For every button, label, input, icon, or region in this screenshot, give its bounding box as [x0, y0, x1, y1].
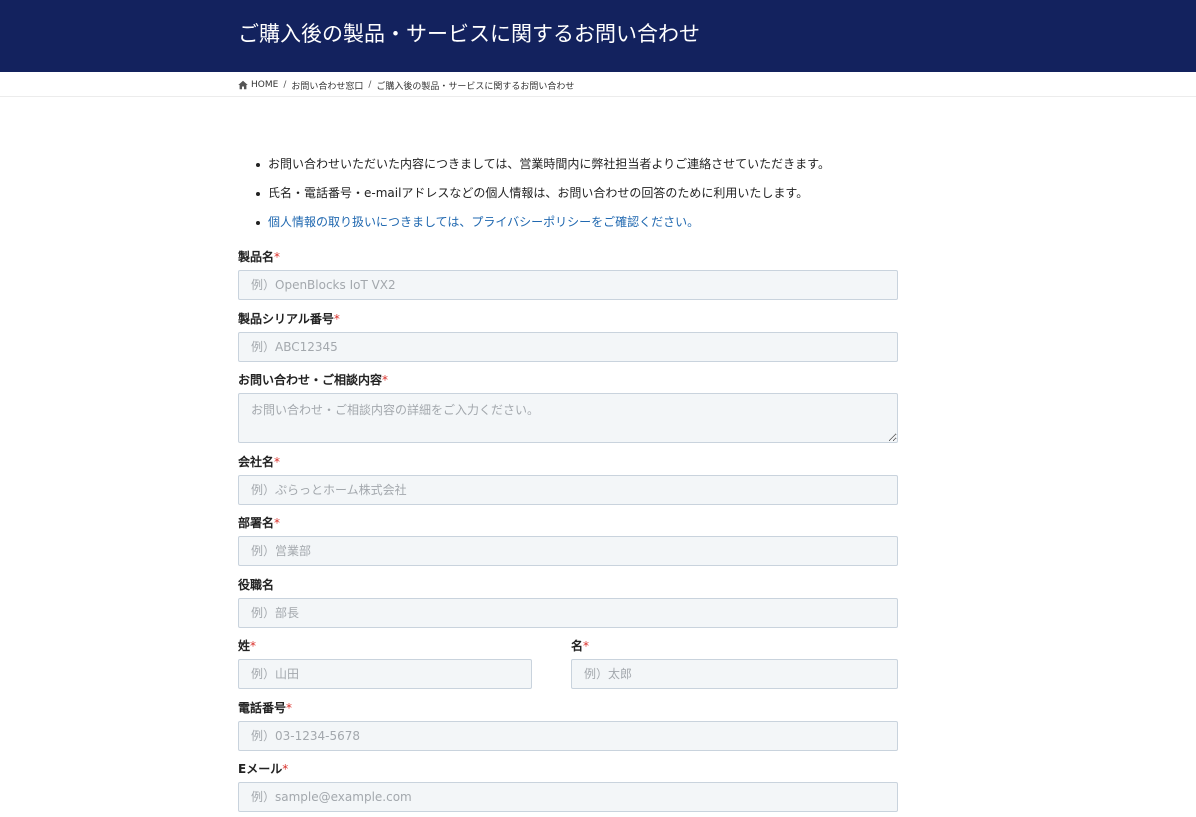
- page-header: ご購入後の製品・サービスに関するお問い合わせ: [0, 0, 1196, 72]
- department-field: 部署名*: [238, 515, 898, 566]
- page-title: ご購入後の製品・サービスに関するお問い合わせ: [238, 22, 700, 46]
- field-label: 製品シリアル番号*: [238, 311, 898, 329]
- breadcrumb-divider: [0, 96, 1196, 97]
- field-label: Eメール*: [238, 761, 898, 779]
- product-name-input[interactable]: [238, 270, 898, 300]
- email-input[interactable]: [238, 782, 898, 812]
- company-name-input[interactable]: [238, 475, 898, 505]
- position-label: 役職名: [238, 578, 275, 592]
- required-mark: *: [583, 639, 590, 653]
- required-mark: *: [274, 455, 281, 469]
- company-name-label: 会社名: [238, 455, 275, 469]
- breadcrumb-current-page: ご購入後の製品・サービスに関するお問い合わせ: [376, 81, 575, 92]
- last-name-input[interactable]: [238, 659, 532, 689]
- notice-text: 氏名・電話番号・e-mailアドレスなどの個人情報は、お問い合わせの回答のために…: [268, 186, 809, 200]
- field-label: 電話番号*: [238, 700, 898, 718]
- serial-number-label: 製品シリアル番号: [238, 312, 334, 326]
- privacy-policy-link[interactable]: 個人情報の取り扱いにつきましては、プライバシーポリシーをご確認ください。: [268, 215, 699, 229]
- breadcrumb-home-link[interactable]: HOME: [251, 80, 278, 90]
- field-label: 会社名*: [238, 454, 898, 472]
- email-field: Eメール*: [238, 761, 898, 812]
- first-name-label: 名: [571, 639, 584, 653]
- phone-field: 電話番号*: [238, 700, 898, 751]
- company-name-field: 会社名*: [238, 454, 898, 505]
- first-name-field: 名*: [571, 638, 898, 689]
- required-mark: *: [333, 312, 340, 326]
- last-name-label: 姓: [238, 639, 251, 653]
- phone-label: 電話番号: [238, 701, 287, 715]
- bullet-icon: [256, 192, 260, 196]
- notice-list: お問い合わせいただいた内容につきましては、営業時間内に弊社担当者よりご連絡させて…: [238, 150, 938, 237]
- field-label: 姓*: [238, 638, 532, 656]
- field-label: 名*: [571, 638, 898, 656]
- breadcrumb-separator: /: [283, 80, 287, 90]
- required-mark: *: [286, 701, 293, 715]
- breadcrumb: HOME / お問い合わせ窓口 / ご購入後の製品・サービスに関するお問い合わせ: [238, 76, 574, 94]
- product-name-field: 製品名*: [238, 249, 898, 300]
- home-icon: [238, 80, 248, 90]
- field-label: お問い合わせ・ご相談内容*: [238, 372, 898, 390]
- department-label: 部署名: [238, 516, 275, 530]
- required-mark: *: [250, 639, 257, 653]
- required-mark: *: [382, 373, 389, 387]
- first-name-input[interactable]: [571, 659, 898, 689]
- notice-text: お問い合わせいただいた内容につきましては、営業時間内に弊社担当者よりご連絡させて…: [268, 157, 830, 171]
- required-mark: *: [274, 250, 281, 264]
- department-input[interactable]: [238, 536, 898, 566]
- inquiry-details-label: お問い合わせ・ご相談内容: [238, 373, 383, 387]
- phone-input[interactable]: [238, 721, 898, 751]
- list-item: 氏名・電話番号・e-mailアドレスなどの個人情報は、お問い合わせの回答のために…: [238, 179, 938, 208]
- breadcrumb-inquiry-window-link[interactable]: お問い合わせ窓口: [291, 79, 363, 92]
- breadcrumb-separator: /: [368, 80, 372, 90]
- position-field: 役職名: [238, 577, 898, 628]
- required-mark: *: [274, 516, 281, 530]
- required-mark: *: [282, 762, 289, 776]
- field-label: 製品名*: [238, 249, 898, 267]
- bullet-icon: [256, 163, 260, 167]
- field-label: 役職名: [238, 577, 898, 595]
- inquiry-details-field: お問い合わせ・ご相談内容*: [238, 372, 898, 443]
- position-input[interactable]: [238, 598, 898, 628]
- field-label: 部署名*: [238, 515, 898, 533]
- list-item: お問い合わせいただいた内容につきましては、営業時間内に弊社担当者よりご連絡させて…: [238, 150, 938, 179]
- product-name-label: 製品名: [238, 250, 275, 264]
- bullet-icon: [256, 221, 260, 225]
- last-name-field: 姓*: [238, 638, 532, 689]
- serial-number-field: 製品シリアル番号*: [238, 311, 898, 362]
- inquiry-details-textarea[interactable]: [238, 393, 898, 443]
- serial-number-input[interactable]: [238, 332, 898, 362]
- email-label: Eメール: [238, 762, 283, 776]
- list-item: 個人情報の取り扱いにつきましては、プライバシーポリシーをご確認ください。: [238, 208, 938, 237]
